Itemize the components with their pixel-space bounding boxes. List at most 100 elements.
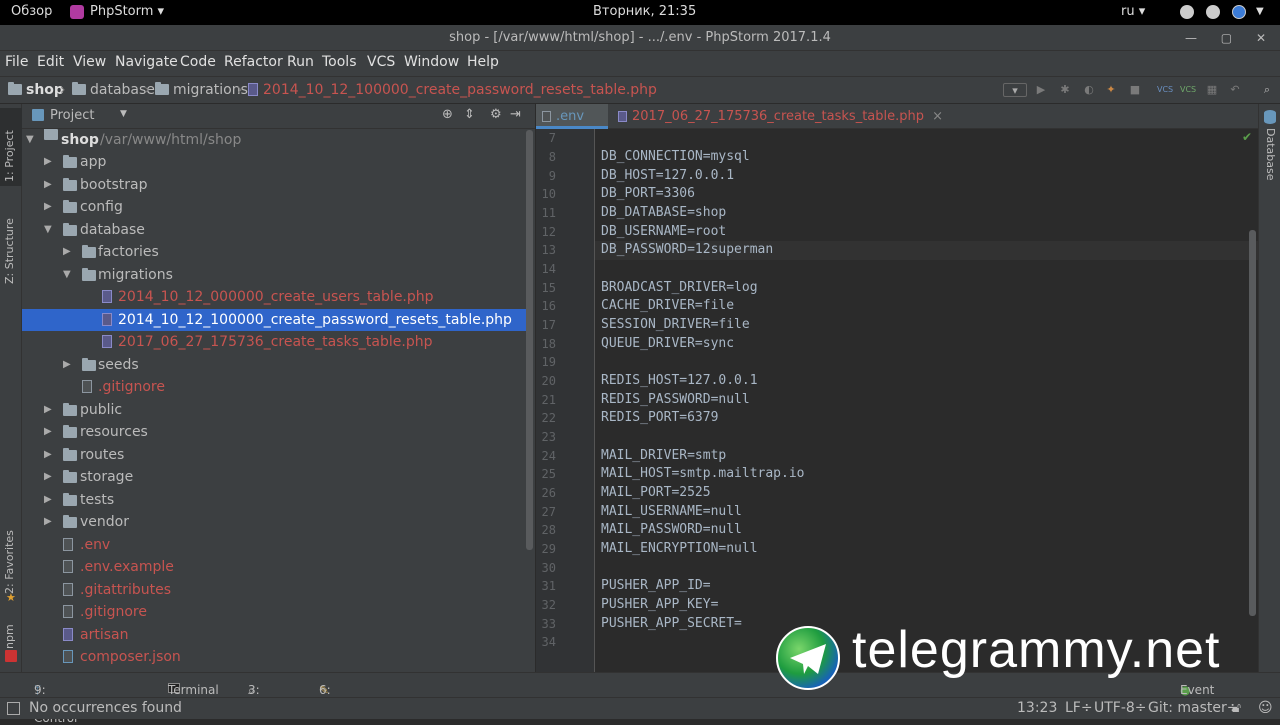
tree-item-gitignore[interactable]: .gitignore — [22, 601, 527, 623]
expand-arrow-icon[interactable]: ▶ — [44, 421, 52, 443]
clock[interactable]: Вторник, 21:35 — [593, 4, 696, 19]
menu-code[interactable]: Code — [180, 54, 216, 70]
locate-file-icon[interactable]: ⊕ — [442, 107, 453, 122]
tree-item-database[interactable]: ▼ database — [22, 219, 527, 241]
favorites-tool-tab[interactable]: 2: Favorites — [3, 530, 16, 594]
structure-tool-tab[interactable]: Z: Structure — [3, 218, 16, 284]
breadcrumb-database[interactable]: database — [72, 82, 155, 98]
tree-item-config[interactable]: ▶ config — [22, 196, 527, 218]
maximize-button[interactable]: ▢ — [1221, 31, 1232, 45]
collapse-all-icon[interactable]: ⇕ — [464, 107, 475, 122]
lock-icon[interactable]: 🔓︎ — [1232, 700, 1241, 716]
expand-arrow-icon[interactable]: ▶ — [44, 174, 52, 196]
menu-refactor[interactable]: Refactor — [224, 54, 283, 70]
menu-edit[interactable]: Edit — [37, 54, 64, 70]
inspection-ok-icon[interactable]: ✔ — [1242, 130, 1252, 144]
volume-icon[interactable] — [1206, 5, 1220, 19]
tree-item-gitattributes[interactable]: .gitattributes — [22, 579, 527, 601]
run-config-dropdown[interactable]: ▾ — [1003, 83, 1027, 97]
tab-tasks-migration[interactable]: 2017_06_27_175736_create_tasks_table.php… — [612, 104, 949, 129]
tree-item-routes[interactable]: ▶ routes — [22, 444, 527, 466]
tree-item-vendor[interactable]: ▶ vendor — [22, 511, 527, 533]
close-tab-icon[interactable]: × — [932, 109, 943, 124]
menu-navigate[interactable]: Navigate — [115, 54, 178, 70]
tree-item-composer-json[interactable]: composer.json — [22, 646, 527, 668]
tree-item-database-gitignore[interactable]: .gitignore — [22, 376, 527, 398]
line-separator[interactable]: LF÷ — [1065, 700, 1093, 716]
collapse-arrow-icon[interactable]: ▼ — [63, 264, 71, 286]
tree-item-artisan[interactable]: artisan — [22, 624, 527, 646]
collapse-arrow-icon[interactable]: ▼ — [44, 219, 52, 241]
breadcrumb-project[interactable]: shop — [8, 82, 64, 98]
tab-env[interactable]: .env × — [536, 104, 608, 149]
tree-item-env[interactable]: .env — [22, 534, 527, 556]
profile-icon[interactable]: ✦ — [1104, 83, 1118, 97]
git-branch[interactable]: Git: master÷ — [1148, 700, 1239, 716]
menu-run[interactable]: Run — [287, 54, 314, 70]
caret-position[interactable]: 13:23 — [1017, 700, 1057, 716]
tree-item-tests[interactable]: ▶ tests — [22, 489, 527, 511]
tool-windows-toggle-icon[interactable] — [7, 702, 20, 715]
project-view-selector[interactable]: Project — [50, 108, 94, 123]
editor-scrollbar[interactable] — [1249, 230, 1256, 616]
expand-arrow-icon[interactable]: ▶ — [44, 466, 52, 488]
expand-arrow-icon[interactable]: ▶ — [44, 399, 52, 421]
expand-arrow-icon[interactable]: ▶ — [44, 444, 52, 466]
tree-item-password-resets-migration[interactable]: 2014_10_12_100000_create_password_resets… — [22, 309, 527, 331]
inspector-icon[interactable]: ☺ — [1258, 700, 1273, 716]
breadcrumb-migrations[interactable]: migrations — [155, 82, 248, 98]
close-button[interactable]: ✕ — [1256, 31, 1266, 45]
menu-vcs[interactable]: VCS — [367, 54, 395, 70]
expand-arrow-icon[interactable]: ▶ — [63, 354, 71, 376]
debug-icon[interactable]: ✱ — [1058, 83, 1072, 97]
project-scrollbar[interactable] — [526, 130, 533, 550]
project-tool-tab[interactable]: 1: Project — [3, 130, 16, 182]
revert-icon[interactable]: ↶ — [1228, 83, 1242, 97]
menu-view[interactable]: View — [73, 54, 106, 70]
power-icon[interactable] — [1232, 5, 1246, 19]
menu-tools[interactable]: Tools — [322, 54, 357, 70]
menu-help[interactable]: Help — [467, 54, 499, 70]
npm-tool-tab[interactable]: npm — [3, 624, 16, 649]
expand-arrow-icon[interactable]: ▶ — [44, 196, 52, 218]
hide-panel-icon[interactable]: ⇥ — [510, 107, 521, 122]
language-indicator[interactable]: ru ▾ — [1121, 4, 1145, 19]
system-menu-arrow-icon[interactable]: ▼ — [1256, 6, 1264, 17]
tree-item-public[interactable]: ▶ public — [22, 399, 527, 421]
tree-item-users-migration[interactable]: 2014_10_12_000000_create_users_table.php — [22, 286, 527, 308]
file-encoding[interactable]: UTF-8÷ — [1094, 700, 1147, 716]
overview-button[interactable]: Обзор — [11, 4, 52, 19]
history-icon[interactable]: ▦ — [1205, 83, 1219, 97]
menu-window[interactable]: Window — [404, 54, 459, 70]
tree-item-app[interactable]: ▶ app — [22, 151, 527, 173]
expand-arrow-icon[interactable]: ▶ — [63, 241, 71, 263]
tree-item-bootstrap[interactable]: ▶ bootstrap — [22, 174, 527, 196]
minimize-button[interactable]: — — [1185, 31, 1197, 45]
expand-arrow-icon[interactable]: ▶ — [44, 151, 52, 173]
coverage-icon[interactable]: ◐ — [1082, 83, 1096, 97]
tree-item-resources[interactable]: ▶ resources — [22, 421, 527, 443]
expand-arrow-icon[interactable]: ▼ — [26, 129, 34, 151]
tree-root[interactable]: ▼ shop /var/www/html/shop — [22, 129, 527, 151]
breadcrumb-file[interactable]: 2014_10_12_100000_create_password_resets… — [248, 82, 657, 98]
stop-icon[interactable]: ■ — [1128, 83, 1142, 97]
vcs-update-icon[interactable]: VCS — [1157, 83, 1173, 97]
chevron-down-icon[interactable]: ▼ — [120, 109, 127, 119]
search-everywhere-icon[interactable]: ⌕ — [1260, 83, 1274, 97]
vcs-commit-icon[interactable]: VCS — [1180, 83, 1196, 97]
menu-file[interactable]: File — [5, 54, 28, 70]
expand-arrow-icon[interactable]: ▶ — [44, 489, 52, 511]
code-editor[interactable]: DB_CONNECTION=mysql DB_HOST=127.0.0.1 DB… — [595, 129, 1258, 672]
network-icon[interactable] — [1180, 5, 1194, 19]
tree-item-env-example[interactable]: .env.example — [22, 556, 527, 578]
database-tool-tab[interactable]: Database — [1264, 128, 1277, 181]
tree-item-storage[interactable]: ▶ storage — [22, 466, 527, 488]
tree-item-seeds[interactable]: ▶ seeds — [22, 354, 527, 376]
tree-item-migrations[interactable]: ▼ migrations — [22, 264, 527, 286]
run-icon[interactable]: ▶ — [1034, 83, 1048, 97]
tree-item-factories[interactable]: ▶ factories — [22, 241, 527, 263]
gear-icon[interactable]: ⚙ — [490, 107, 502, 122]
tree-item-tasks-migration[interactable]: 2017_06_27_175736_create_tasks_table.php — [22, 331, 527, 353]
expand-arrow-icon[interactable]: ▶ — [44, 511, 52, 533]
app-menu[interactable]: PhpStorm ▾ — [90, 4, 164, 19]
